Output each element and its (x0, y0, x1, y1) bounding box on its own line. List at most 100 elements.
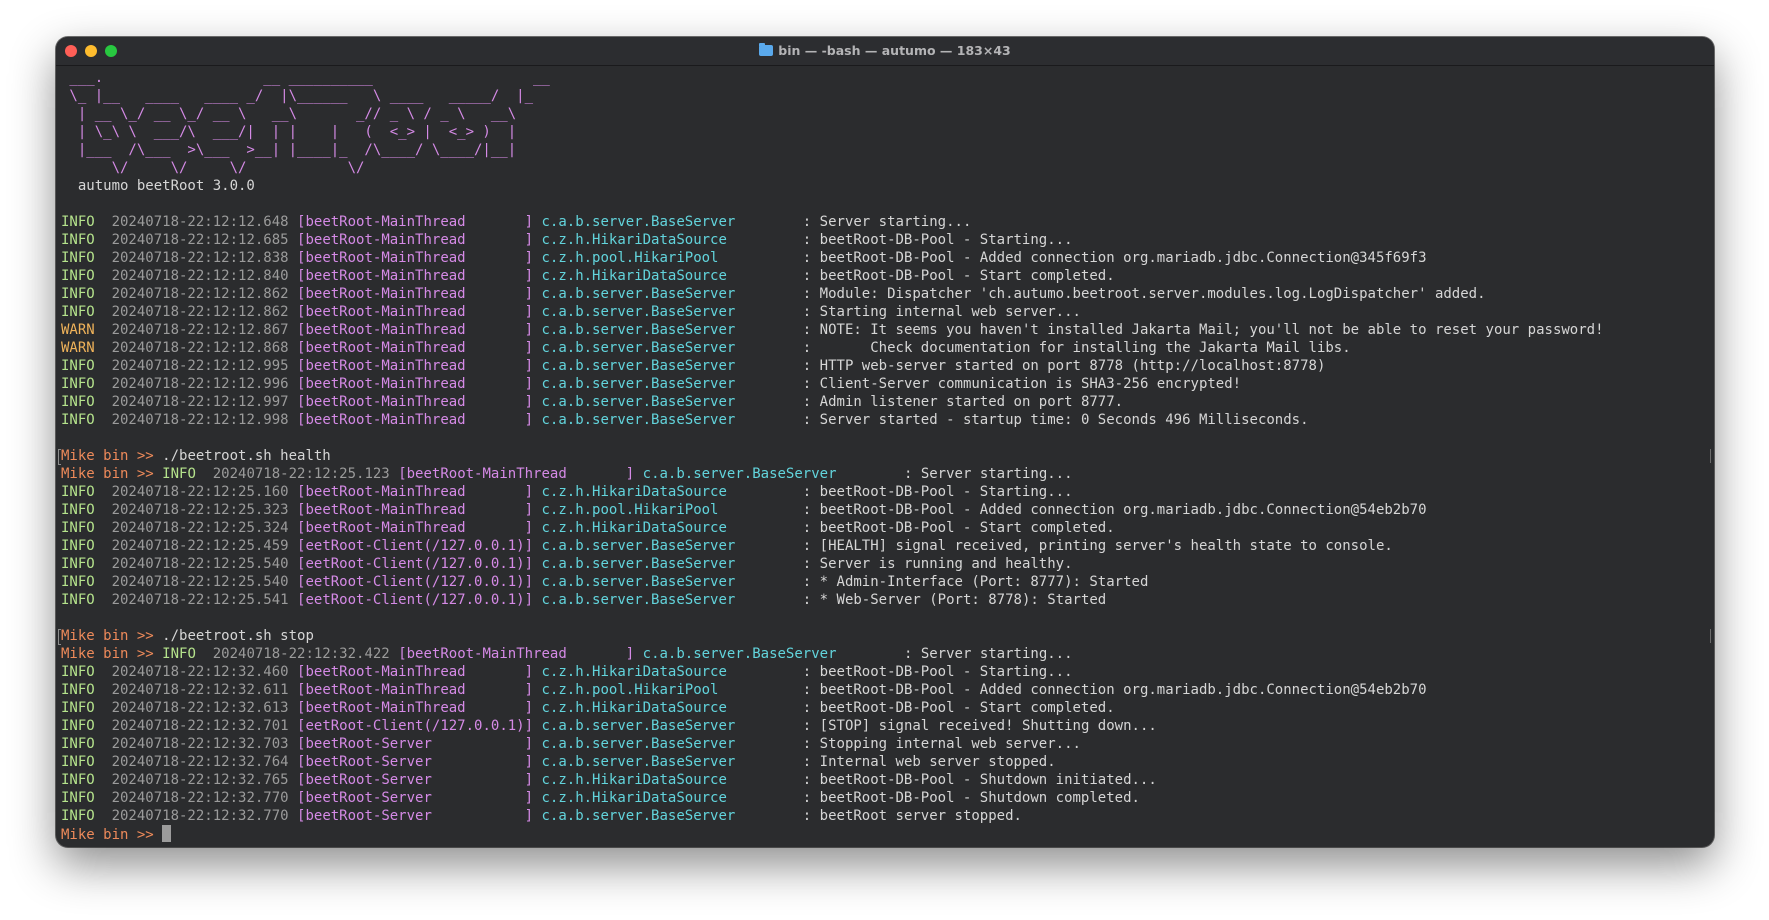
log-level: INFO (61, 574, 95, 590)
log-line: INFO 20240718-22:12:32.701 [eetRoot-Clie… (61, 718, 1157, 734)
log-class: c.z.h.pool.HikariPool (541, 502, 719, 518)
log-line: INFO 20240718-22:12:25.540 [eetRoot-Clie… (61, 574, 1149, 590)
log-line: INFO 20240718-22:12:32.765 [beetRoot-Ser… (61, 772, 1157, 788)
log-class: c.z.h.HikariDataSource (541, 232, 727, 248)
log-timestamp: 20240718-22:12:25.323 (111, 502, 289, 518)
banner-version-line: autumo beetRoot 3.0.0 (61, 177, 1710, 195)
log-level: INFO (61, 232, 95, 248)
title-bar[interactable]: bin — -bash — autumo — 183×43 (56, 37, 1714, 66)
log-timestamp: 20240718-22:12:32.422 (212, 646, 390, 662)
log-message: Server starting... (920, 646, 1073, 662)
log-class: c.a.b.server.BaseServer (541, 394, 736, 410)
log-thread: [beetRoot-MainThread ] (297, 358, 534, 374)
log-message: beetRoot-DB-Pool - Added connection org.… (819, 682, 1427, 698)
log-timestamp: 20240718-22:12:32.460 (111, 664, 289, 680)
log-message: beetRoot-DB-Pool - Start completed. (819, 700, 1115, 716)
log-class: c.a.b.server.BaseServer (541, 322, 736, 338)
log-class: c.a.b.server.BaseServer (642, 466, 837, 482)
log-thread: [beetRoot-MainThread ] (297, 520, 534, 536)
log-line: INFO 20240718-22:12:32.703 [beetRoot-Ser… (61, 736, 1081, 752)
log-thread: [eetRoot-Client(/127.0.0.1)] (297, 538, 534, 554)
log-line: INFO 20240718-22:12:25.160 [beetRoot-Mai… (61, 484, 1073, 500)
log-thread: [beetRoot-Server ] (297, 754, 534, 770)
log-level: INFO (162, 646, 196, 662)
log-class: c.z.h.HikariDataSource (541, 664, 727, 680)
log-thread: [beetRoot-Server ] (297, 790, 534, 806)
log-line: INFO 20240718-22:12:32.770 [beetRoot-Ser… (61, 790, 1140, 806)
log-level: INFO (61, 376, 95, 392)
terminal-output[interactable]: ___. __ __________ __ \_ |__ ____ ____ _… (58, 69, 1711, 843)
log-timestamp: 20240718-22:12:25.160 (111, 484, 289, 500)
log-line: INFO 20240718-22:12:32.764 [beetRoot-Ser… (61, 754, 1056, 770)
log-class: c.z.h.pool.HikariPool (541, 682, 719, 698)
log-level: INFO (61, 358, 95, 374)
banner-line: \/ \/ \/ \/ (61, 159, 1710, 177)
log-class: c.z.h.HikariDataSource (541, 520, 727, 536)
shell-prompt: Mike bin >> (61, 466, 163, 482)
log-thread: [beetRoot-MainThread ] (297, 502, 534, 518)
log-thread: [beetRoot-MainThread ] (297, 340, 534, 356)
log-line: Mike bin >> INFO 20240718-22:12:32.422 [… (61, 646, 1073, 662)
log-thread: [beetRoot-MainThread ] (398, 646, 635, 662)
log-message: beetRoot-DB-Pool - Shutdown initiated... (819, 772, 1157, 788)
window-title-wrap: bin — -bash — autumo — 183×43 (56, 37, 1714, 65)
log-line: INFO 20240718-22:12:12.648 [beetRoot-Mai… (61, 214, 972, 230)
log-timestamp: 20240718-22:12:12.868 (111, 340, 289, 356)
log-thread: [eetRoot-Client(/127.0.0.1)] (297, 574, 534, 590)
shell-command: ./beetroot.sh stop (162, 628, 314, 644)
log-message: Server starting... (819, 214, 972, 230)
shell-prompt: Mike bin >> (61, 448, 163, 464)
command-line: Mike bin >> ./beetroot.sh stop (58, 627, 1711, 645)
log-thread: [beetRoot-Server ] (297, 736, 534, 752)
log-timestamp: 20240718-22:12:25.541 (111, 592, 289, 608)
log-class: c.z.h.HikariDataSource (541, 790, 727, 806)
log-line: INFO 20240718-22:12:12.997 [beetRoot-Mai… (61, 394, 1124, 410)
banner-version: autumo beetRoot 3.0.0 (61, 178, 255, 194)
mark-bracket-icon (58, 449, 61, 465)
log-timestamp: 20240718-22:12:12.867 (111, 322, 289, 338)
log-thread: [beetRoot-MainThread ] (297, 664, 534, 680)
prompt-line: Mike bin >> (61, 825, 1710, 843)
log-line: INFO 20240718-22:12:32.611 [beetRoot-Mai… (61, 682, 1427, 698)
log-level: INFO (61, 754, 95, 770)
log-class: c.a.b.server.BaseServer (541, 214, 736, 230)
log-message: beetRoot-DB-Pool - Start completed. (819, 268, 1115, 284)
log-timestamp: 20240718-22:12:12.995 (111, 358, 289, 374)
log-class: c.z.h.HikariDataSource (541, 268, 727, 284)
log-class: c.z.h.HikariDataSource (541, 700, 727, 716)
log-level: INFO (61, 538, 95, 554)
log-thread: [beetRoot-MainThread ] (297, 250, 534, 266)
log-timestamp: 20240718-22:12:32.611 (111, 682, 289, 698)
mark-bracket-icon (1708, 449, 1711, 463)
log-message: beetRoot server stopped. (819, 808, 1022, 824)
log-message: Module: Dispatcher 'ch.autumo.beetroot.s… (819, 286, 1486, 302)
log-class: c.a.b.server.BaseServer (541, 412, 736, 428)
terminal-window: bin — -bash — autumo — 183×43 ___. __ __… (56, 37, 1714, 847)
log-line: WARN 20240718-22:12:12.867 [beetRoot-Mai… (61, 322, 1604, 338)
log-timestamp: 20240718-22:12:12.862 (111, 304, 289, 320)
log-level: INFO (61, 520, 95, 536)
log-timestamp: 20240718-22:12:32.613 (111, 700, 289, 716)
log-timestamp: 20240718-22:12:32.703 (111, 736, 289, 752)
banner-ascii: ___. __ __________ __ (61, 70, 584, 86)
log-level: INFO (61, 286, 95, 302)
log-level: WARN (61, 340, 95, 356)
log-timestamp: 20240718-22:12:12.648 (111, 214, 289, 230)
log-timestamp: 20240718-22:12:32.701 (111, 718, 289, 734)
log-level: INFO (61, 412, 95, 428)
log-timestamp: 20240718-22:12:12.996 (111, 376, 289, 392)
shell-prompt: Mike bin >> (61, 628, 163, 644)
log-message: Starting internal web server... (819, 304, 1081, 320)
log-level: INFO (61, 700, 95, 716)
log-line: INFO 20240718-22:12:12.862 [beetRoot-Mai… (61, 286, 1486, 302)
text-cursor[interactable] (162, 825, 172, 842)
log-class: c.z.h.HikariDataSource (541, 772, 727, 788)
log-timestamp: 20240718-22:12:25.459 (111, 538, 289, 554)
log-message: Admin listener started on port 8777. (819, 394, 1124, 410)
log-line: Mike bin >> INFO 20240718-22:12:25.123 [… (61, 466, 1073, 482)
banner-ascii: \_ |__ ____ ____ _/ |\______ \ ____ ____… (61, 88, 550, 104)
log-line: INFO 20240718-22:12:32.460 [beetRoot-Mai… (61, 664, 1073, 680)
log-timestamp: 20240718-22:12:25.540 (111, 556, 289, 572)
